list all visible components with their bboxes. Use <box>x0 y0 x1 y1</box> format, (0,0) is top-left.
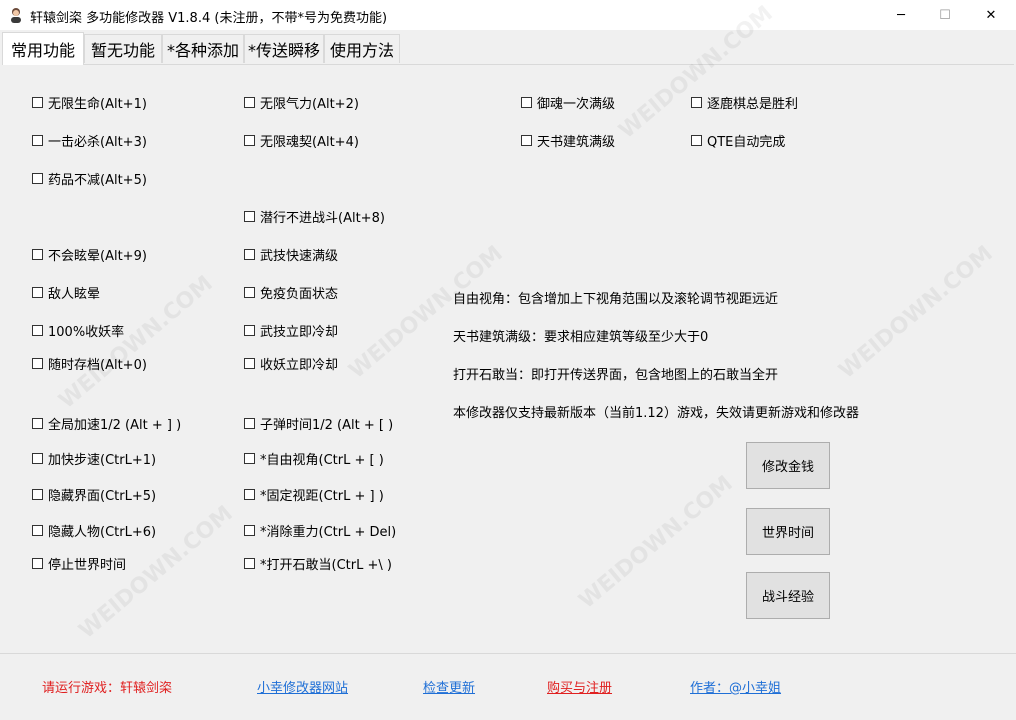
checkbox-skill-cooldown[interactable]: 武技立即冷却 <box>244 321 338 340</box>
author-link[interactable]: 作者：@小幸姐 <box>690 677 781 696</box>
checkbox-box[interactable] <box>521 97 532 108</box>
buy-register-link[interactable]: 购买与注册 <box>547 677 612 696</box>
info-building: 天书建筑满级：要求相应建筑等级至少大于0 <box>453 330 709 345</box>
checkbox-hide-character[interactable]: 隐藏人物(CtrL+6) <box>32 521 156 540</box>
checkbox-box[interactable] <box>244 418 255 429</box>
tab-add[interactable]: *各种添加 <box>162 34 244 63</box>
checkbox-box[interactable] <box>244 249 255 260</box>
title-bar: 轩辕剑栥 多功能修改器 V1.8.4 (未注册，不带*号为免费功能) ─ ☐ ✕ <box>0 0 1016 30</box>
tab-common[interactable]: 常用功能 <box>2 32 84 65</box>
modify-money-button[interactable]: 修改金钱 <box>746 442 830 489</box>
checkbox-walk-speed[interactable]: 加快步速(CtrL+1) <box>32 449 156 468</box>
checkbox-skill-max[interactable]: 武技快速满级 <box>244 245 338 264</box>
tab-teleport[interactable]: *传送瞬移 <box>244 34 324 63</box>
battle-exp-button[interactable]: 战斗经验 <box>746 572 830 619</box>
checkbox-soul-max[interactable]: 御魂一次满级 <box>521 93 615 112</box>
tab-bar: 常用功能 暂无功能 *各种添加 *传送瞬移 使用方法 <box>0 32 1016 65</box>
checkbox-no-gravity[interactable]: *消除重力(CtrL + Del) <box>244 521 396 540</box>
checkbox-capture-cooldown[interactable]: 收妖立即冷却 <box>244 354 338 373</box>
checkbox-box[interactable] <box>244 489 255 500</box>
checkbox-qte-auto[interactable]: QTE自动完成 <box>691 131 785 150</box>
checkbox-box[interactable] <box>32 135 43 146</box>
checkbox-box[interactable] <box>32 525 43 536</box>
checkbox-box[interactable] <box>244 211 255 222</box>
tab-usage[interactable]: 使用方法 <box>324 34 400 63</box>
checkbox-box[interactable] <box>32 358 43 369</box>
game-status: 请运行游戏：轩辕剑栥 <box>42 681 173 696</box>
footer-divider <box>0 653 1016 654</box>
checkbox-box[interactable] <box>244 287 255 298</box>
checkbox-one-hit-kill[interactable]: 一击必杀(Alt+3) <box>32 131 147 150</box>
checkbox-box[interactable] <box>32 418 43 429</box>
check-update-link[interactable]: 检查更新 <box>423 677 475 696</box>
maximize-button[interactable]: ☐ <box>922 0 968 30</box>
checkbox-box[interactable] <box>244 135 255 146</box>
minimize-button[interactable]: ─ <box>878 0 924 30</box>
checkbox-fixed-distance[interactable]: *固定视距(CtrL + ] ) <box>244 485 384 504</box>
checkbox-box[interactable] <box>244 358 255 369</box>
app-avatar-icon <box>11 8 21 23</box>
checkbox-free-camera[interactable]: *自由视角(CtrL + [ ) <box>244 449 384 468</box>
close-button[interactable]: ✕ <box>968 0 1014 30</box>
checkbox-stop-world-time[interactable]: 停止世界时间 <box>32 554 126 573</box>
checkbox-potions-unlimited[interactable]: 药品不减(Alt+5) <box>32 169 147 188</box>
checkbox-no-stun[interactable]: 不会眩晕(Alt+9) <box>32 245 147 264</box>
checkbox-box[interactable] <box>32 489 43 500</box>
checkbox-global-speed[interactable]: 全局加速1/2 (Alt + ] ) <box>32 414 181 433</box>
checkbox-hide-ui[interactable]: 隐藏界面(CtrL+5) <box>32 485 156 504</box>
checkbox-box[interactable] <box>691 97 702 108</box>
checkbox-box[interactable] <box>521 135 532 146</box>
checkbox-box[interactable] <box>32 97 43 108</box>
checkbox-immune-debuff[interactable]: 免疫负面状态 <box>244 283 338 302</box>
checkbox-infinite-health[interactable]: 无限生命(Alt+1) <box>32 93 147 112</box>
checkbox-chess-win[interactable]: 逐鹿棋总是胜利 <box>691 93 798 112</box>
checkbox-bullet-time[interactable]: 子弹时间1/2 (Alt + [ ) <box>244 414 393 433</box>
checkbox-box[interactable] <box>244 558 255 569</box>
world-time-button[interactable]: 世界时间 <box>746 508 830 555</box>
checkbox-box[interactable] <box>244 453 255 464</box>
checkbox-box[interactable] <box>32 453 43 464</box>
checkbox-box[interactable] <box>32 558 43 569</box>
window-title: 轩辕剑栥 多功能修改器 V1.8.4 (未注册，不带*号为免费功能) <box>30 11 388 26</box>
checkbox-open-stone[interactable]: *打开石敢当(CtrL +\ ) <box>244 554 392 573</box>
checkbox-infinite-soul[interactable]: 无限魂契(Alt+4) <box>244 131 359 150</box>
checkbox-box[interactable] <box>244 97 255 108</box>
info-version: 本修改器仅支持最新版本（当前1.12）游戏，失效请更新游戏和修改器 <box>453 406 859 421</box>
checkbox-box[interactable] <box>32 173 43 184</box>
checkbox-stealth[interactable]: 潜行不进战斗(Alt+8) <box>244 207 385 226</box>
checkbox-box[interactable] <box>244 325 255 336</box>
checkbox-building-max[interactable]: 天书建筑满级 <box>521 131 615 150</box>
checkbox-box[interactable] <box>32 325 43 336</box>
checkbox-box[interactable] <box>32 249 43 260</box>
checkbox-save-anytime[interactable]: 随时存档(Alt+0) <box>32 354 147 373</box>
tab-none[interactable]: 暂无功能 <box>84 34 162 63</box>
checkbox-capture-rate[interactable]: 100%收妖率 <box>32 321 124 340</box>
checkbox-enemy-stun[interactable]: 敌人眩晕 <box>32 283 100 302</box>
checkbox-infinite-stamina[interactable]: 无限气力(Alt+2) <box>244 93 359 112</box>
checkbox-box[interactable] <box>691 135 702 146</box>
website-link[interactable]: 小幸修改器网站 <box>257 677 348 696</box>
checkbox-box[interactable] <box>244 525 255 536</box>
info-stone: 打开石敢当：即打开传送界面，包含地图上的石敢当全开 <box>453 368 779 383</box>
info-free-camera: 自由视角：包含增加上下视角范围以及滚轮调节视距远近 <box>453 292 779 307</box>
checkbox-box[interactable] <box>32 287 43 298</box>
